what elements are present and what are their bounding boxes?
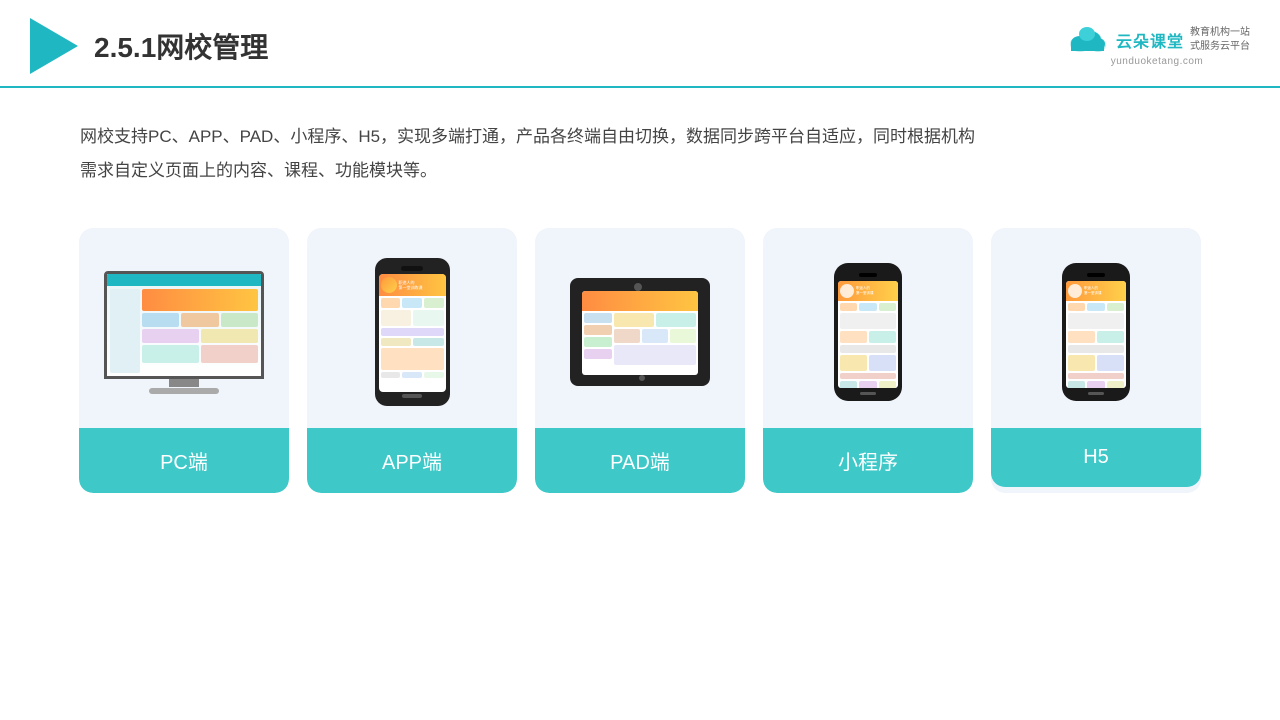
- header-right: 云朵课堂 教育机构一站 式服务云平台 yunduoketang.com: [1064, 26, 1250, 67]
- cloud-logo: 云朵课堂 教育机构一站 式服务云平台: [1064, 26, 1250, 54]
- card-pad-label: PAD端: [535, 428, 745, 493]
- card-app[interactable]: 职途人的第一堂训练课: [307, 228, 517, 493]
- card-pc[interactable]: PC端: [79, 228, 289, 493]
- card-miniprogram-image: 职途人的第一堂训课: [763, 228, 973, 428]
- card-pc-label: PC端: [79, 428, 289, 493]
- page-title: 2.5.1网校管理: [94, 26, 268, 66]
- card-miniprogram-label: 小程序: [763, 428, 973, 493]
- h5-device-mock: 职途人的第一堂训课: [1062, 263, 1130, 401]
- pc-device-mock: [104, 271, 264, 394]
- card-pc-image: [79, 228, 289, 428]
- card-h5[interactable]: 职途人的第一堂训课: [991, 228, 1201, 493]
- pad-device-mock: [570, 278, 710, 386]
- header: 2.5.1网校管理 云朵课堂 教育机构一站 式服务云平台 yunduoketan…: [0, 0, 1280, 88]
- card-miniprogram[interactable]: 职途人的第一堂训课: [763, 228, 973, 493]
- card-pad-image: [535, 228, 745, 428]
- app-device-mock: 职途人的第一堂训练课: [375, 258, 450, 406]
- logo-triangle-icon: [30, 18, 78, 74]
- card-pad[interactable]: PAD端: [535, 228, 745, 493]
- description-text: 网校支持PC、APP、PAD、小程序、H5，实现多端打通，产品各终端自由切换，数…: [0, 88, 1280, 198]
- header-left: 2.5.1网校管理: [30, 18, 268, 74]
- card-app-label: APP端: [307, 428, 517, 493]
- miniprogram-device-mock: 职途人的第一堂训课: [834, 263, 902, 401]
- logo-name: 云朵课堂: [1116, 28, 1184, 52]
- description-line2: 需求自定义页面上的内容、课程、功能模块等。: [80, 161, 437, 180]
- description-line1: 网校支持PC、APP、PAD、小程序、H5，实现多端打通，产品各终端自由切换，数…: [80, 127, 975, 146]
- card-h5-image: 职途人的第一堂训课: [991, 228, 1201, 428]
- card-app-image: 职途人的第一堂训练课: [307, 228, 517, 428]
- logo-url: yunduoketang.com: [1111, 56, 1204, 67]
- logo-tagline: 教育机构一站 式服务云平台: [1190, 26, 1250, 54]
- cards-container: PC端 职途人的第一堂训练课: [0, 208, 1280, 523]
- cloud-icon: [1064, 26, 1110, 54]
- card-h5-label: H5: [991, 428, 1201, 487]
